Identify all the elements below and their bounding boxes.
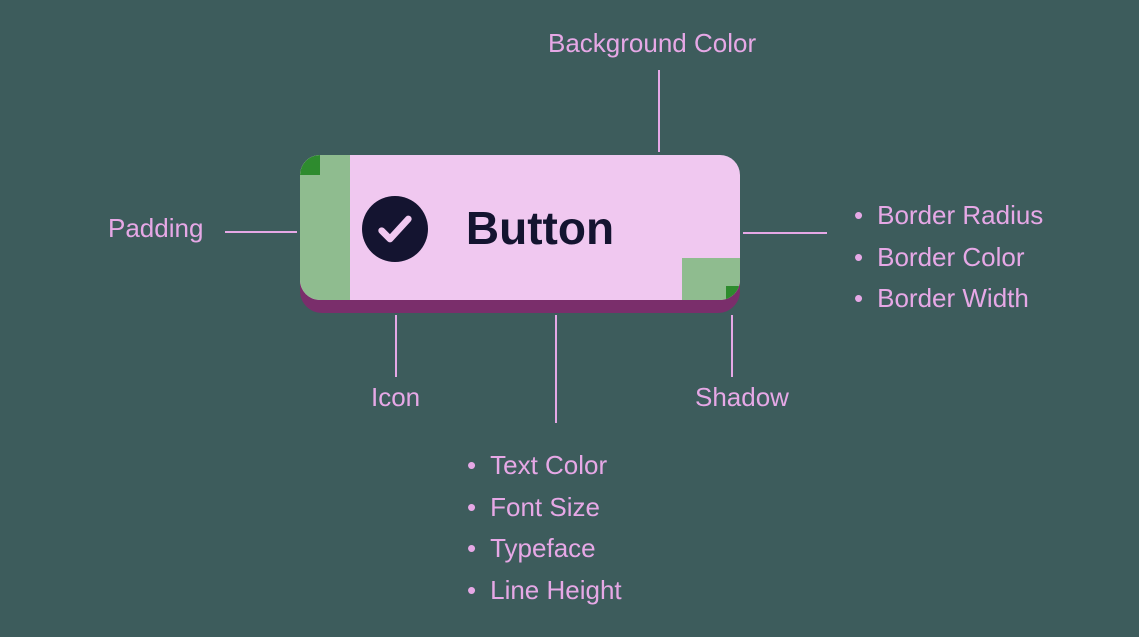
annotation-icon: Icon — [371, 382, 420, 413]
padding-highlight-corner — [682, 258, 740, 300]
leader-line-border — [743, 232, 827, 234]
annotation-shadow: Shadow — [695, 382, 789, 413]
leader-line-icon — [395, 315, 397, 377]
annotation-border-color: Border Color — [854, 237, 1043, 279]
annotation-text-color: Text Color — [467, 445, 622, 487]
annotation-padding: Padding — [108, 213, 203, 244]
annotation-typeface: Typeface — [467, 528, 622, 570]
annotation-text-list: Text Color Font Size Typeface Line Heigh… — [467, 445, 622, 611]
annotation-border-radius: Border Radius — [854, 195, 1043, 237]
button-label: Button — [300, 201, 740, 255]
leader-line-text — [555, 315, 557, 423]
annotation-line-height: Line Height — [467, 570, 622, 612]
button-example: Button — [300, 155, 740, 305]
annotation-border-list: Border Radius Border Color Border Width — [854, 195, 1043, 320]
leader-line-background — [658, 70, 660, 152]
annotation-border-width: Border Width — [854, 278, 1043, 320]
annotation-background-color: Background Color — [548, 28, 756, 59]
leader-line-shadow — [731, 315, 733, 377]
example-button[interactable]: Button — [300, 155, 740, 300]
leader-line-padding — [225, 231, 297, 233]
annotation-font-size: Font Size — [467, 487, 622, 529]
